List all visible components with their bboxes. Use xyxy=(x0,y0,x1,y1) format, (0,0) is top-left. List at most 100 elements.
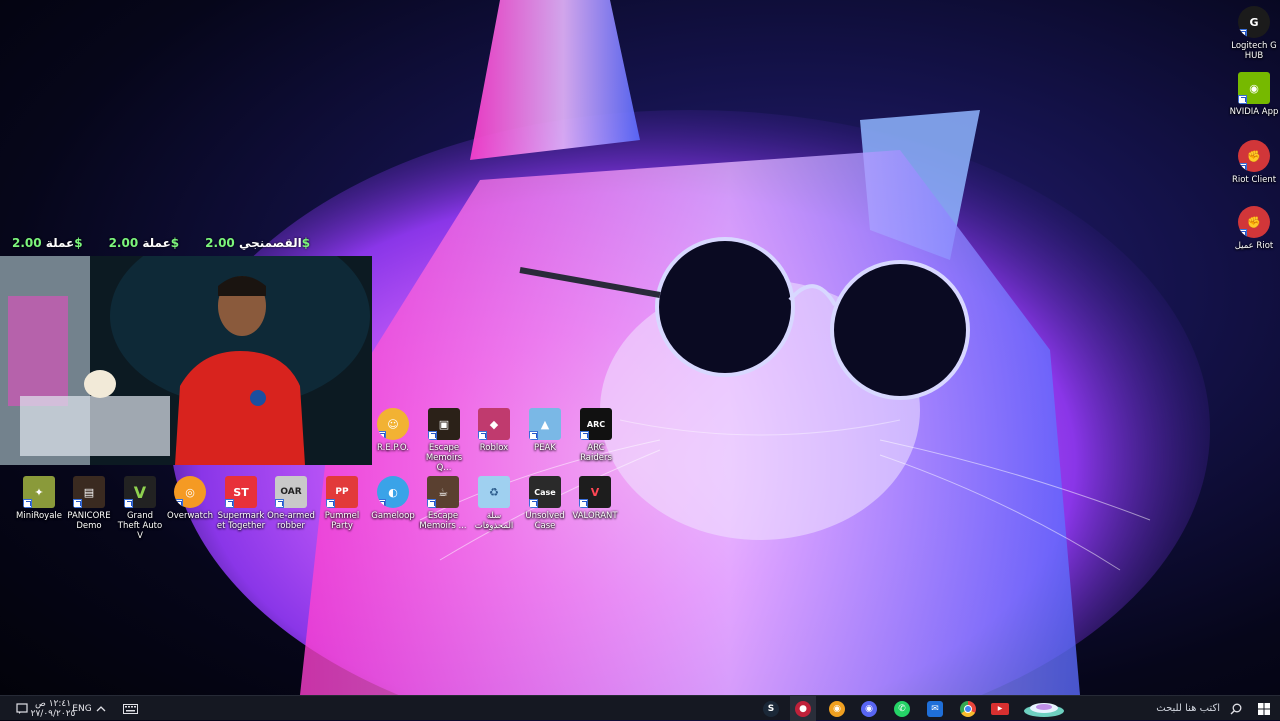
repo-icon: ☺ xyxy=(377,408,409,440)
touch-keyboard-button[interactable] xyxy=(120,696,140,721)
desktop-icon-label: MiniRoyale xyxy=(16,511,62,521)
desktop-icon-label: R.E.P.O. xyxy=(377,443,409,453)
desktop-icon-label: Gameloop xyxy=(371,511,415,521)
desktop-icon-label: عميل Riot xyxy=(1234,241,1274,251)
desktop-icon-label: سلة المحذوفات xyxy=(474,511,514,531)
desktop-icon-label: Escape Memoirs ... xyxy=(419,511,467,531)
chevron-up-icon xyxy=(96,705,106,711)
donation-label: عملة xyxy=(45,236,75,250)
input-language-button[interactable]: ENG xyxy=(72,696,92,721)
desktop-icon-pummel-party[interactable]: PP Pummel Party xyxy=(317,476,367,531)
recycle-bin-icon: ♻ xyxy=(478,476,510,508)
desktop-icon-supermarket-together[interactable]: ST Supermarket Together xyxy=(216,476,266,531)
notification-center-button[interactable] xyxy=(12,696,32,721)
taskbar-app-chrome[interactable] xyxy=(955,696,981,721)
shortcut-arrow-icon xyxy=(377,431,386,440)
desktop-icon-label: Unsolved Case xyxy=(525,511,565,531)
clock[interactable]: ١٢:٤١ ص ٢٧/٠٩/٢٠٢٥ xyxy=(31,696,76,721)
shortcut-arrow-icon xyxy=(23,499,32,508)
taskbar-search-box[interactable]: اكتب هنا للبحث xyxy=(1070,696,1250,721)
shortcut-arrow-icon xyxy=(579,499,588,508)
search-placeholder: اكتب هنا للبحث xyxy=(1156,703,1220,714)
desktop-icon-escape-memoirs-q[interactable]: ▣ Escape Memoirs Q... xyxy=(419,408,469,473)
overwatch-icon: ◎ xyxy=(174,476,206,508)
start-button[interactable] xyxy=(1252,696,1276,721)
desktop-icon-label: VALORANT xyxy=(572,511,618,521)
gta-v-icon: V xyxy=(124,476,156,508)
desktop-icon-label: NVIDIA App xyxy=(1229,107,1279,117)
taskbar: ١٢:٤١ ص ٢٧/٠٩/٢٠٢٥ ENG S ● ◉ ◉ ✆ ✉ ▶ اكت… xyxy=(0,695,1280,721)
desktop-icon-riot-client-ar[interactable]: ✊ عميل Riot xyxy=(1229,206,1279,251)
nvidia-icon: ◉ xyxy=(1238,72,1270,104)
desktop-icon-riot-client[interactable]: ✊ Riot Client xyxy=(1229,140,1279,185)
supermarket-together-icon: ST xyxy=(225,476,257,508)
escape-memoirs-icon: ☕ xyxy=(427,476,459,508)
desktop-icon-recycle-bin[interactable]: ♻ سلة المحذوفات xyxy=(469,476,519,531)
desktop-icon-gameloop[interactable]: ◐ Gameloop xyxy=(368,476,418,521)
streaming-app-icon: ▶ xyxy=(991,702,1009,715)
escape-memoirs-icon: ▣ xyxy=(428,408,460,440)
shortcut-arrow-icon xyxy=(73,499,82,508)
taskbar-app[interactable]: ● xyxy=(790,696,816,721)
donation-item: القصمنجي 2.00$ xyxy=(205,236,310,252)
webcam-overlay xyxy=(0,256,372,465)
arc-raiders-icon: ARC xyxy=(580,408,612,440)
desktop-icon-panicore-demo[interactable]: ▤ PANICORE Demo xyxy=(64,476,114,531)
shortcut-arrow-icon xyxy=(478,431,487,440)
taskbar-app-mail[interactable]: ✉ xyxy=(922,696,948,721)
desktop-icon-one-armed-robber[interactable]: OAR One-armed robber xyxy=(266,476,316,531)
desktop-icon-unsolved-case[interactable]: Case Unsolved Case xyxy=(520,476,570,531)
mail-icon: ✉ xyxy=(927,700,943,717)
widgets-button[interactable] xyxy=(1020,696,1068,721)
desktop-icon-nvidia-app[interactable]: ◉ NVIDIA App xyxy=(1229,72,1279,117)
language-indicator: ENG xyxy=(72,703,92,714)
riot-client-icon: ✊ xyxy=(1238,206,1270,238)
discord-icon: ◉ xyxy=(861,700,877,717)
desktop-icon-label: ARC Raiders xyxy=(580,443,612,463)
panicore-icon: ▤ xyxy=(73,476,105,508)
roblox-icon: ◆ xyxy=(478,408,510,440)
one-armed-robber-icon: OAR xyxy=(275,476,307,508)
taskbar-app-discord-ptb[interactable]: ◉ xyxy=(824,696,850,721)
desktop-icon-label: PEAK xyxy=(534,443,556,453)
desktop-icon-miniroyale[interactable]: ✦ MiniRoyale xyxy=(14,476,64,521)
taskbar-app-whatsapp[interactable]: ✆ xyxy=(889,696,915,721)
taskbar-app-steam[interactable]: S xyxy=(758,696,784,721)
desktop-icon-gta-v[interactable]: V Grand Theft Auto V xyxy=(115,476,165,541)
desktop-icon-escape-memoirs[interactable]: ☕ Escape Memoirs ... xyxy=(418,476,468,531)
desktop-icon-overwatch[interactable]: ◎ Overwatch xyxy=(165,476,215,521)
discord-icon: ◉ xyxy=(829,700,845,717)
keyboard-icon xyxy=(122,703,138,714)
shortcut-arrow-icon xyxy=(124,499,133,508)
show-hidden-icons-button[interactable] xyxy=(94,696,108,721)
taskbar-app-streaming[interactable]: ▶ xyxy=(987,696,1013,721)
clock-date: ٢٧/٠٩/٢٠٢٥ xyxy=(30,708,76,719)
shortcut-arrow-icon xyxy=(1238,29,1247,38)
app-icon: ● xyxy=(795,700,811,717)
search-icon xyxy=(1230,703,1242,714)
windows-icon xyxy=(1258,702,1270,715)
shortcut-arrow-icon xyxy=(225,499,234,508)
shortcut-arrow-icon xyxy=(428,431,437,440)
desktop-icon-repo[interactable]: ☺ R.E.P.O. xyxy=(368,408,418,453)
shortcut-arrow-icon xyxy=(174,499,183,508)
shortcut-arrow-icon xyxy=(580,431,589,440)
desktop-icon-label: Grand Theft Auto V xyxy=(117,511,163,541)
desktop-icon-valorant[interactable]: V VALORANT xyxy=(570,476,620,521)
logitech-g-icon: G xyxy=(1238,6,1270,38)
desktop-icon-logitech-g-hub[interactable]: G Logitech G HUB xyxy=(1229,6,1279,61)
valorant-icon: V xyxy=(579,476,611,508)
shortcut-arrow-icon xyxy=(427,499,436,508)
miniroyale-icon: ✦ xyxy=(23,476,55,508)
shortcut-arrow-icon xyxy=(529,431,538,440)
desktop-icon-label: PANICORE Demo xyxy=(67,511,111,531)
riot-client-icon: ✊ xyxy=(1238,140,1270,172)
desktop-icon-arc-raiders[interactable]: ARC ARC Raiders xyxy=(571,408,621,463)
desktop-icon-label: Pummel Party xyxy=(324,511,360,531)
taskbar-app-discord[interactable]: ◉ xyxy=(856,696,882,721)
pummel-party-icon: PP xyxy=(326,476,358,508)
desktop-icon-peak[interactable]: ▲ PEAK xyxy=(520,408,570,453)
donation-label: القصمنجي xyxy=(238,236,302,250)
desktop-icon-roblox[interactable]: ◆ Roblox xyxy=(469,408,519,453)
donation-item: عملة 2.00$ xyxy=(12,236,83,252)
